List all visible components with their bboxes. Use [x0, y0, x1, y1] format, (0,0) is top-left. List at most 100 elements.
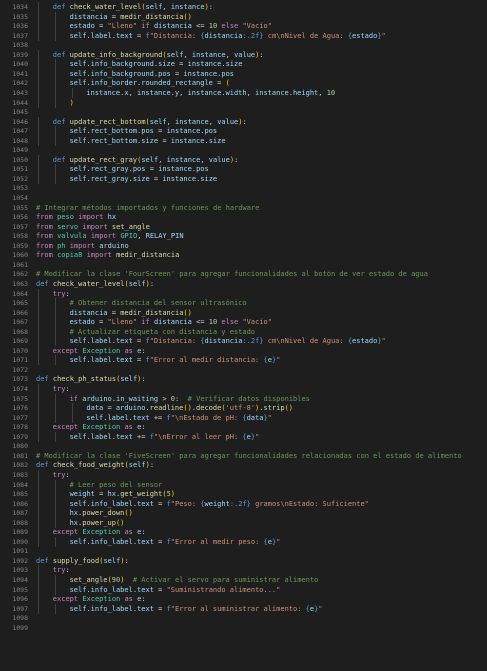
code-line[interactable]: 1089 except Exception as e: [0, 527, 487, 538]
code-line[interactable]: 1045 [0, 107, 487, 117]
line-number: 1076 [12, 404, 28, 413]
code-line[interactable]: 1097 self.info_label.text = f"Error al su… [0, 603, 487, 614]
code-line[interactable]: 1053 [0, 183, 487, 193]
code-line[interactable]: 1084 # Leer peso del sensor [0, 479, 487, 490]
code-line[interactable]: 1048 self.rect_bottom.size = instance.siz… [0, 135, 487, 146]
code-line[interactable]: 1064 try: [0, 288, 487, 299]
code-line[interactable]: 1066 distancia = medir_distancia() [0, 307, 487, 318]
line-number: 1057 [12, 222, 28, 231]
code-line[interactable]: 1072 [0, 365, 487, 375]
code-line[interactable]: 1052 self.rect_gray.size = instance.size [0, 173, 487, 184]
code-line[interactable]: 1094 set_angle(90) # Activar el servo par… [0, 575, 487, 585]
code-line[interactable]: 1088 hx.power_up() [0, 517, 487, 528]
code-token: "Error al suministrar alimento: [170, 604, 306, 613]
code-token: 10 [208, 22, 218, 31]
code-line[interactable]: 1047 self.rect_bottom.pos = instance.pos [0, 126, 487, 137]
code-line[interactable]: 1082 def check_food_weight(self): [0, 460, 487, 470]
code-token: = [107, 12, 121, 21]
code-line[interactable]: 1035 distancia = medir_distancia() [0, 11, 487, 22]
code-line[interactable]: 1068 # Actualizar etiqueta con distancia … [0, 326, 487, 337]
code-line[interactable]: 1090 self.info_label.text = f"Error al me… [0, 536, 487, 547]
code-line[interactable]: 1058 from valvula import GPIO, RELAY_PIN [0, 231, 487, 241]
code-line[interactable]: 1096 except Exception as e: [0, 594, 487, 605]
code-line[interactable]: 1062 # Modificar la clase 'FourScreen' pa… [0, 269, 487, 279]
code-line[interactable]: 1050 def update_rect_gray(self, instance,… [0, 154, 487, 165]
code-line[interactable]: 1093 try: [0, 565, 487, 576]
line-number: 1071 [12, 356, 28, 365]
code-line[interactable]: 1092 def supply_food(self): [0, 556, 487, 566]
code-token: " [255, 432, 260, 441]
code-token: "Distancia: [149, 337, 201, 346]
code-line[interactable]: 1083 try: [0, 469, 487, 480]
code-token: size [158, 60, 175, 69]
code-line[interactable]: 1069 self.label.text = f"Distancia: {dist… [0, 336, 487, 347]
code-text: hx.power_up() [70, 518, 125, 528]
code-line[interactable]: 1034 def check_water_level(self, instance… [0, 2, 487, 12]
code-line[interactable]: 1038 [0, 40, 487, 50]
line-number: 1080 [12, 442, 28, 451]
code-line[interactable]: 1073 def check_ph_status(self): [0, 374, 487, 384]
code-line[interactable]: 1099 [0, 623, 487, 633]
code-line[interactable]: 1063 def check_water_level(self): [0, 279, 487, 289]
code-line[interactable]: 1080 [0, 441, 487, 451]
code-editor[interactable]: 1034 def check_water_level(self, instance… [0, 0, 487, 671]
code-line[interactable]: 1061 [0, 260, 487, 270]
code-token: estado [352, 31, 378, 40]
code-line[interactable]: 1076 data = arduino.readline().decode('ut… [0, 403, 487, 414]
code-token: import [78, 213, 104, 222]
code-line[interactable]: 1070 except Exception as e: [0, 345, 487, 356]
code-token: "Error al medir distancia: [149, 356, 264, 365]
code-line[interactable]: 1071 self.label.text = f"Error al medir d… [0, 355, 487, 366]
code-line[interactable]: 1049 [0, 145, 487, 155]
code-line[interactable]: 1036 estado = "Lleno" if distancia <= 10 … [0, 21, 487, 32]
code-text: self.rect_bottom.size = instance.size [70, 136, 226, 146]
code-line[interactable]: 1039 def update_info_background(self, ins… [0, 49, 487, 60]
code-line[interactable]: 1087 hx.power_down() [0, 508, 487, 519]
code-line[interactable]: 1060 from copia8 import medir_distancia [0, 250, 487, 260]
code-token: # Integrar métodos importados y funcione… [36, 203, 260, 212]
line-number: 1092 [12, 556, 28, 565]
code-line[interactable]: 1075 if arduino.in_waiting > 0: # Verific… [0, 393, 487, 404]
code-text: try: [53, 289, 70, 299]
code-line[interactable]: 1037 self.label.text = f"Distancia: {dist… [0, 30, 487, 41]
code-line[interactable]: 1085 weight = hx.get_weight(5) [0, 489, 487, 500]
code-token: text [137, 604, 154, 613]
code-token: ph [57, 241, 66, 250]
code-line[interactable]: 1091 [0, 546, 487, 556]
code-line[interactable]: 1081 # Modificar la clase 'FiveScreen' pa… [0, 451, 487, 461]
code-line[interactable]: 1077 self.label.text += f"\nEstado de pH:… [0, 412, 487, 423]
code-token: def [52, 50, 66, 59]
code-line[interactable]: 1095 self.info_label.text = "Suministrand… [0, 584, 487, 595]
line-number: 1097 [12, 604, 28, 613]
code-line[interactable]: 1059 from ph import arduino [0, 241, 487, 251]
code-line[interactable]: 1078 except Exception as e: [0, 422, 487, 433]
indent-guide [54, 126, 56, 137]
code-line[interactable]: 1074 try: [0, 384, 487, 394]
code-line[interactable]: 1057 from servo import set_angle [0, 222, 487, 232]
code-line[interactable]: 1051 self.rect_gray.pos = instance.pos [0, 164, 487, 175]
code-text: self.rect_gray.pos = instance.pos [70, 164, 209, 174]
code-line[interactable]: 1067 estado = "Lleno" if distancia <= 10 … [0, 317, 487, 328]
code-line[interactable]: 1046 def update_rect_bottom(self, instanc… [0, 116, 487, 127]
code-line[interactable]: 1044) [0, 97, 487, 108]
code-text: distancia = medir_distancia() [70, 308, 192, 318]
code-line[interactable]: 1055 # Integrar métodos importados y func… [0, 203, 487, 213]
code-token: = [170, 69, 184, 78]
line-number: 1098 [12, 614, 28, 623]
code-token: = [153, 537, 167, 546]
code-token: = [132, 356, 146, 365]
code-line[interactable]: 1041 self.info_background.pos = instance.… [0, 68, 487, 79]
indent-guide [71, 87, 73, 98]
code-token: try [52, 566, 66, 575]
code-line[interactable]: 1079 self.label.text += f"\nError al leer… [0, 431, 487, 442]
code-line[interactable]: 1042 self.info_border.rounded_rectangle =… [0, 78, 487, 89]
code-line[interactable]: 1054 [0, 193, 487, 203]
code-token: def [52, 117, 66, 126]
code-line[interactable]: 1098 [0, 613, 487, 623]
code-line[interactable]: 1056 from peso import hx [0, 212, 487, 222]
code-line[interactable]: 1065 # Obtener distancia del sensor ultra… [0, 298, 487, 309]
code-line[interactable]: 1043 instance.x, instance.y, instance.wid… [0, 87, 487, 98]
code-line[interactable]: 1040 self.info_background.size = instance… [0, 59, 487, 70]
code-token: = [132, 31, 146, 40]
code-line[interactable]: 1086 self.info_label.text = f"Peso: {weig… [0, 498, 487, 509]
